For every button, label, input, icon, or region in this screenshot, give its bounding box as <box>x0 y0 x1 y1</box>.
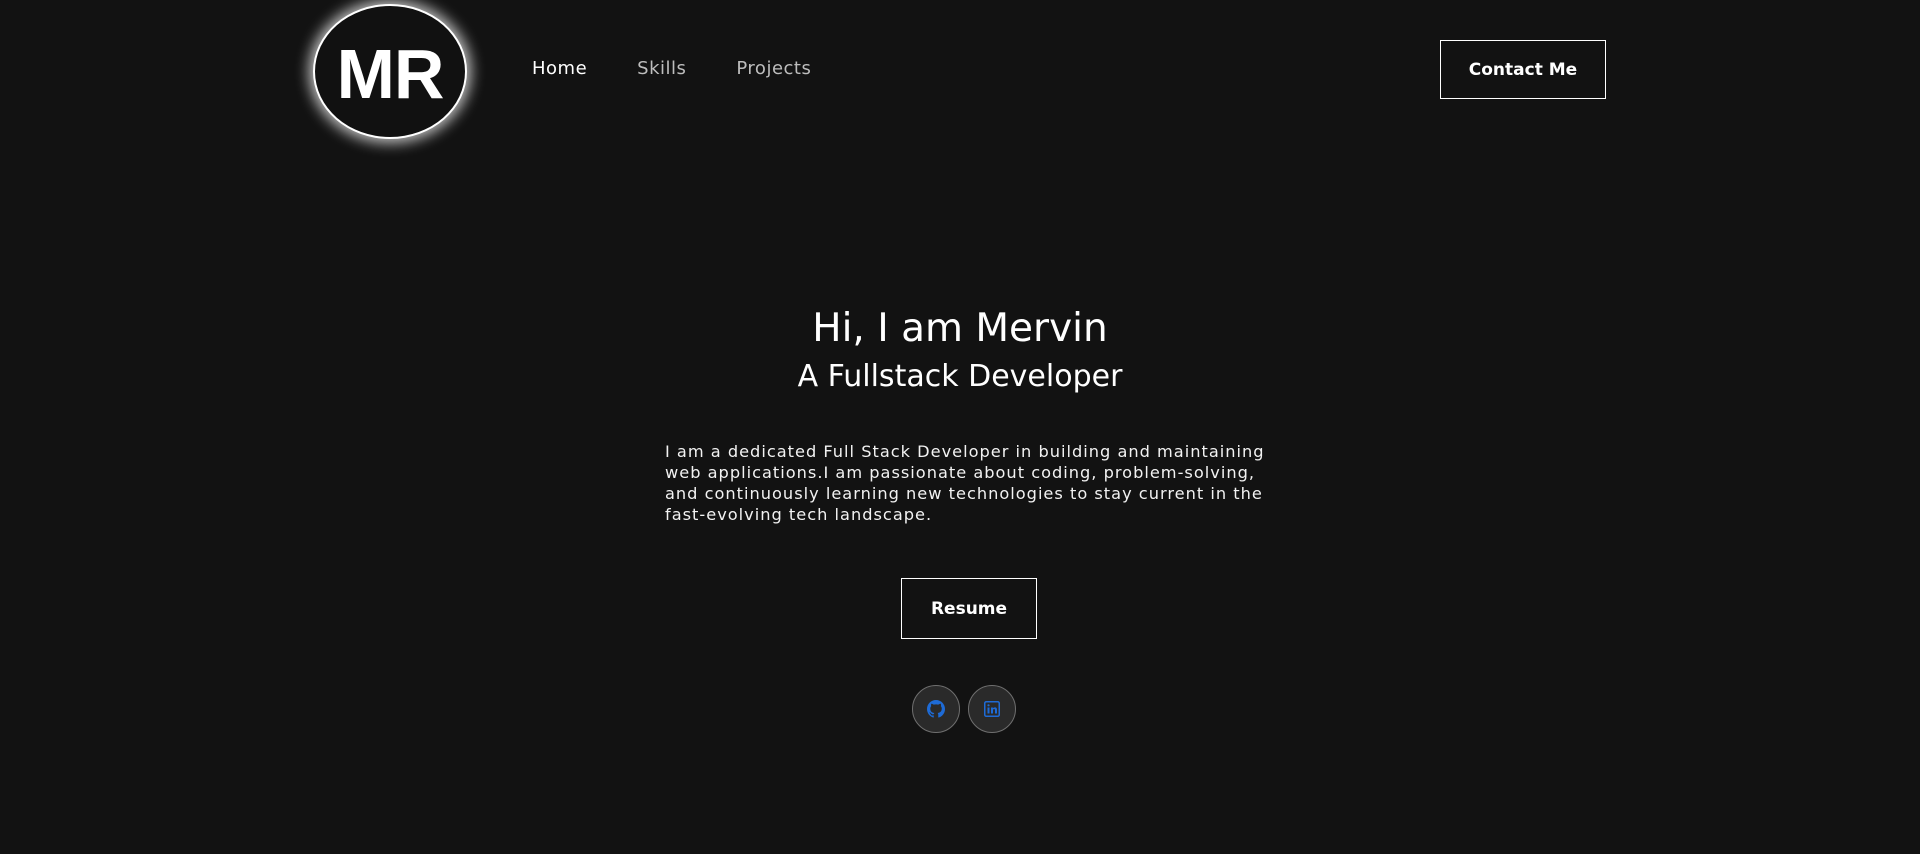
contact-me-button[interactable]: Contact Me <box>1440 40 1606 99</box>
github-link[interactable] <box>912 685 960 733</box>
nav-home[interactable]: Home <box>532 58 587 79</box>
resume-button[interactable]: Resume <box>901 578 1037 639</box>
hero-title: Hi, I am Mervin <box>812 306 1108 351</box>
linkedin-icon <box>984 701 1000 717</box>
main-nav: Home Skills Projects <box>532 58 861 79</box>
page: MR Home Skills Projects Contact Me Hi, I… <box>0 0 1920 854</box>
github-icon <box>927 700 945 718</box>
nav-projects[interactable]: Projects <box>736 58 811 79</box>
hero-subtitle: A Fullstack Developer <box>797 359 1123 394</box>
nav-skills[interactable]: Skills <box>637 58 686 79</box>
hero-description: I am a dedicated Full Stack Developer in… <box>665 442 1265 524</box>
logo-text: MR <box>336 34 445 113</box>
linkedin-link[interactable] <box>968 685 1016 733</box>
logo[interactable]: MR <box>313 4 467 139</box>
